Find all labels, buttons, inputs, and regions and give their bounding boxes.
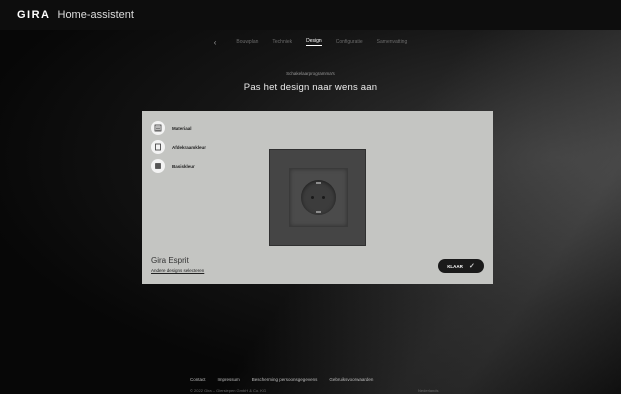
page-title: Pas het design naar wens aan bbox=[243, 82, 378, 93]
check-icon: ✓ bbox=[468, 263, 475, 270]
tab-configuratie[interactable]: Configuratie bbox=[336, 39, 363, 45]
brand-logo[interactable]: GIRA bbox=[17, 9, 51, 21]
option-base-color[interactable]: Basiskleur bbox=[151, 159, 206, 173]
socket-insert bbox=[289, 168, 348, 227]
page-subtitle: Schakelaarprogramma's bbox=[286, 71, 335, 76]
option-base-color-label: Basiskleur bbox=[172, 163, 195, 169]
socket-preview-frame bbox=[269, 149, 366, 246]
footer-link-privacy[interactable]: Bescherming persoonsgegevens bbox=[252, 377, 318, 382]
page: GIRA Home-assistent ‹ Bouwplan Techniek … bbox=[0, 0, 621, 394]
footer-link-terms[interactable]: Gebruiksvoorwaarden bbox=[329, 377, 373, 382]
change-design-link[interactable]: Andere designs selecteren bbox=[151, 268, 204, 273]
copyright-text: © 2022 Gira – Giersiepen GmbH & Co. KG bbox=[190, 388, 267, 393]
chevron-left-icon[interactable]: ‹ bbox=[214, 38, 217, 47]
tab-bouwplan[interactable]: Bouwplan bbox=[236, 39, 258, 45]
done-button-label: KLAAR bbox=[447, 263, 463, 269]
configurator-card: Materiaal Afdekraamkleur Basiskleur Gira… bbox=[142, 111, 493, 284]
option-frame-color[interactable]: Afdekraamkleur bbox=[151, 140, 206, 154]
material-icon bbox=[151, 121, 165, 135]
socket-clip-bottom bbox=[316, 211, 321, 213]
language-selector[interactable]: Nederlands bbox=[418, 388, 438, 393]
footer-links: Contact Impressum Bescherming persoonsge… bbox=[190, 377, 373, 382]
product-name: Gira Esprit bbox=[151, 256, 189, 265]
footer-link-impressum[interactable]: Impressum bbox=[218, 377, 240, 382]
top-bar: GIRA Home-assistent bbox=[0, 0, 621, 30]
option-material[interactable]: Materiaal bbox=[151, 121, 206, 135]
socket-clip-top bbox=[316, 182, 321, 184]
socket-hole-left bbox=[311, 196, 314, 199]
socket-outlet bbox=[301, 180, 336, 215]
step-tabs: ‹ Bouwplan Techniek Design Configuratie … bbox=[0, 36, 621, 48]
app-title: Home-assistent bbox=[57, 9, 134, 21]
done-button[interactable]: KLAAR ✓ bbox=[438, 259, 484, 273]
base-color-icon bbox=[151, 159, 165, 173]
tab-design[interactable]: Design bbox=[306, 38, 322, 46]
tab-samenvatting[interactable]: Samenvatting bbox=[377, 39, 408, 45]
option-material-label: Materiaal bbox=[172, 125, 192, 131]
footer-link-contact[interactable]: Contact bbox=[190, 377, 206, 382]
option-frame-color-label: Afdekraamkleur bbox=[172, 144, 207, 150]
frame-icon bbox=[151, 140, 165, 154]
tab-techniek[interactable]: Techniek bbox=[272, 39, 292, 45]
socket-hole-right bbox=[322, 196, 325, 199]
design-options: Materiaal Afdekraamkleur Basiskleur bbox=[151, 121, 206, 178]
